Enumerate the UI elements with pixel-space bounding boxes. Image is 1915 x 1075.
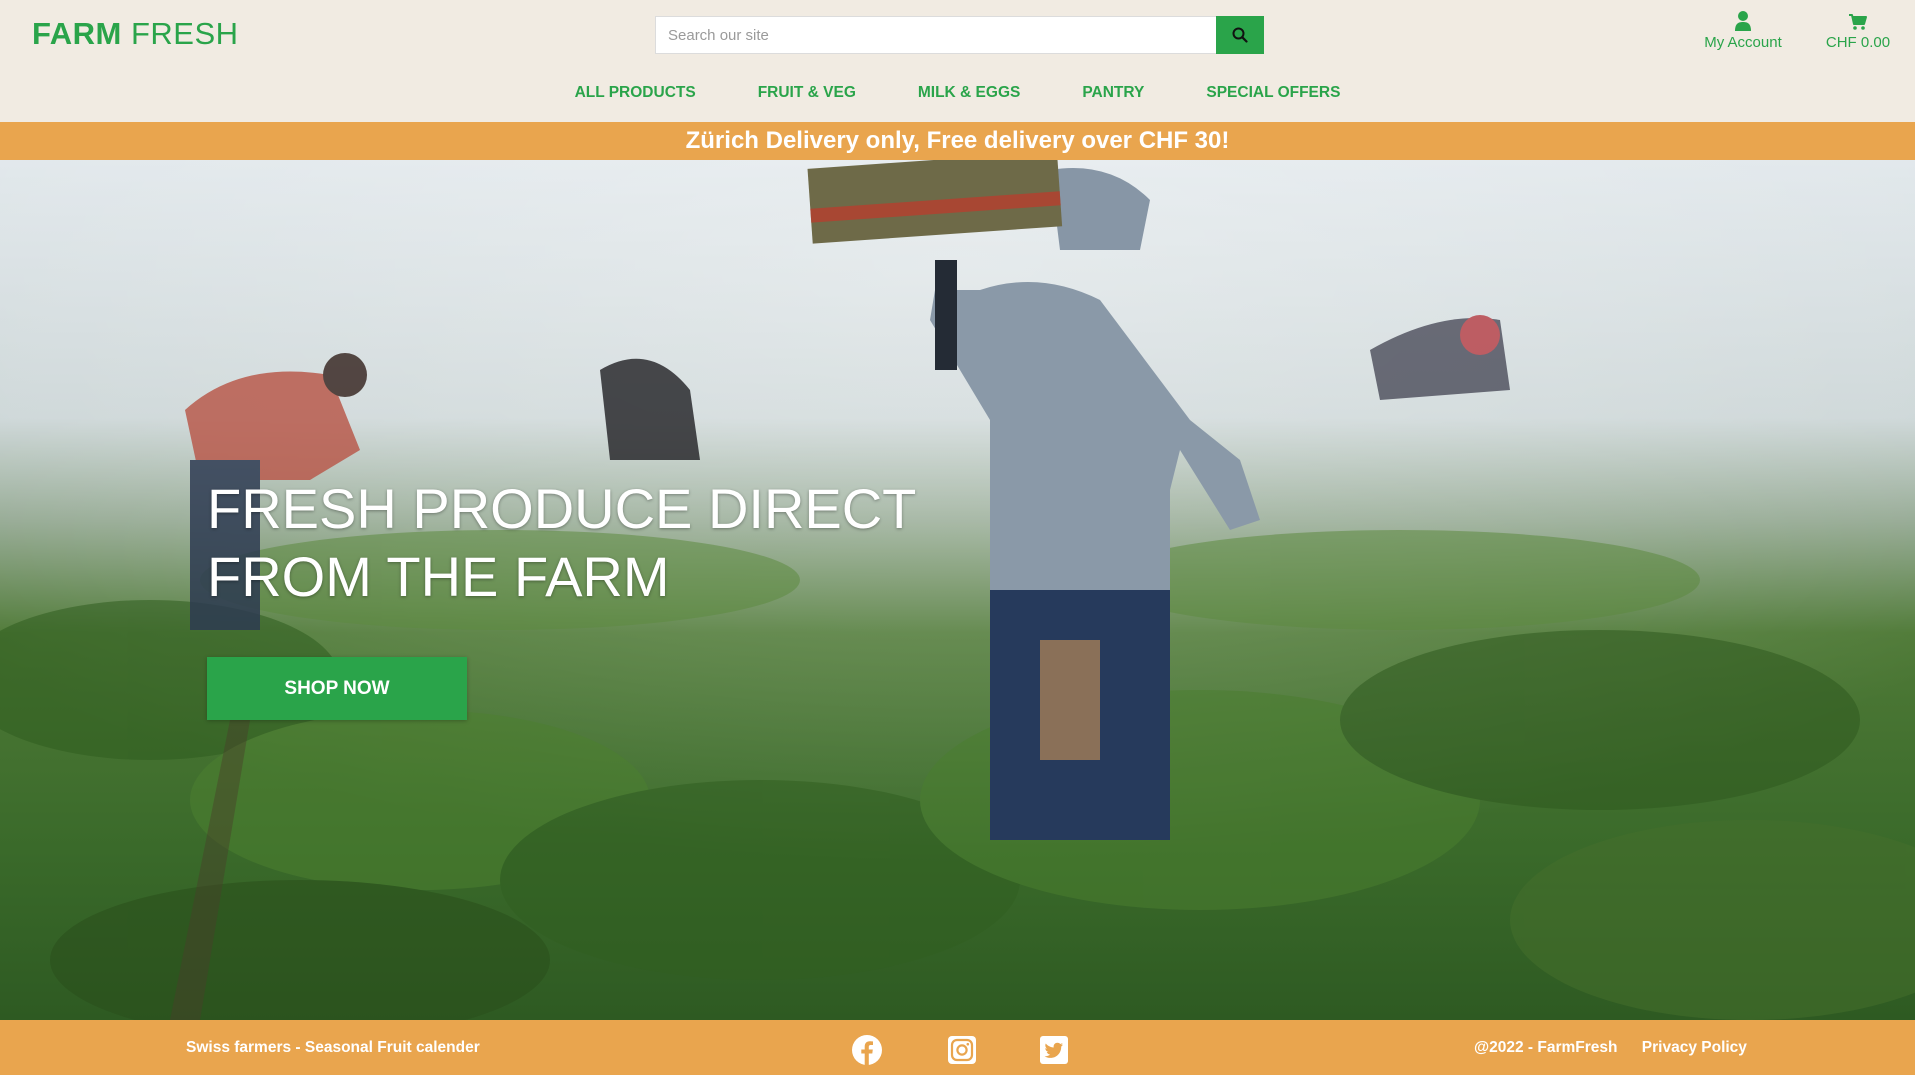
cart-total: CHF 0.00 (1825, 34, 1891, 51)
twitter-icon (1040, 1036, 1068, 1064)
cart-icon (1849, 14, 1867, 30)
hero-title: FRESH PRODUCE DIRECT FROM THE FARM (207, 475, 916, 611)
delivery-banner: Zürich Delivery only, Free delivery over… (0, 122, 1915, 160)
instagram-icon (948, 1036, 976, 1064)
footer-right: @2022 - FarmFresh Privacy Policy (1474, 1039, 1747, 1057)
instagram-link[interactable] (946, 1034, 978, 1066)
nav-special-offers[interactable]: SPECIAL OFFERS (1206, 84, 1340, 102)
hero-title-line-1: FRESH PRODUCE DIRECT (207, 477, 917, 540)
main-nav: ALL PRODUCTS FRUIT & VEG MILK & EGGS PAN… (0, 84, 1915, 102)
seasonal-calendar-link[interactable]: Swiss farmers - Seasonal Fruit calender (186, 1039, 480, 1057)
hero-section: FRESH PRODUCE DIRECT FROM THE FARM SHOP … (0, 160, 1915, 1020)
search-form (655, 16, 1264, 54)
copyright-text: @2022 - FarmFresh (1474, 1039, 1618, 1056)
site-logo[interactable]: FARM FRESH (32, 16, 239, 52)
search-button[interactable] (1216, 16, 1264, 54)
my-account-label: My Account (1704, 34, 1782, 51)
privacy-policy-link[interactable]: Privacy Policy (1642, 1039, 1747, 1056)
nav-fruit-veg[interactable]: FRUIT & VEG (758, 84, 856, 102)
logo-word-farm: FARM (32, 16, 122, 51)
shop-now-button[interactable]: SHOP NOW (207, 657, 467, 720)
search-icon (1232, 27, 1248, 43)
my-account-link[interactable]: My Account (1690, 10, 1796, 51)
twitter-link[interactable] (1038, 1034, 1070, 1066)
site-footer: Swiss farmers - Seasonal Fruit calender … (0, 1020, 1915, 1075)
search-input[interactable] (655, 16, 1216, 54)
nav-milk-eggs[interactable]: MILK & EGGS (918, 84, 1020, 102)
site-header: FARM FRESH My Account CHF 0.00 ALL PRODU… (0, 0, 1915, 122)
logo-word-fresh: FRESH (130, 16, 239, 51)
nav-pantry[interactable]: PANTRY (1082, 84, 1144, 102)
facebook-link[interactable] (851, 1034, 883, 1066)
user-icon (1735, 11, 1751, 31)
nav-all-products[interactable]: ALL PRODUCTS (575, 84, 696, 102)
cart-link[interactable]: CHF 0.00 (1816, 10, 1900, 51)
facebook-icon (852, 1035, 882, 1065)
hero-title-line-2: FROM THE FARM (207, 545, 670, 608)
